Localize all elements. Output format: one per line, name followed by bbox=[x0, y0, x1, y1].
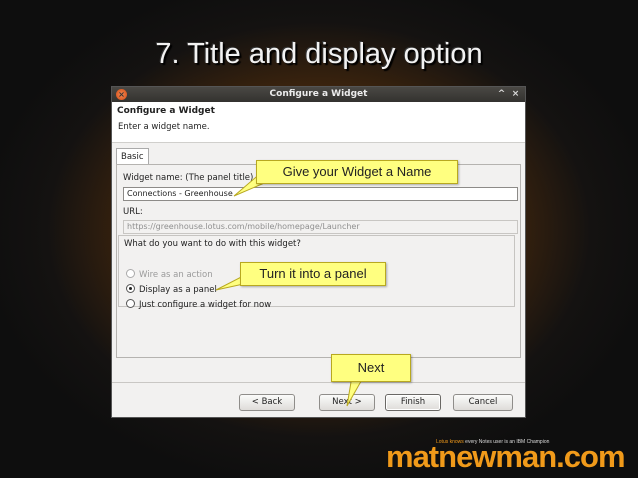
configure-widget-dialog: × Configure a Widget ^ × Configure a Wid… bbox=[111, 86, 526, 418]
radio-wire-as-action: Wire as an action bbox=[126, 269, 213, 280]
header-title: Configure a Widget bbox=[117, 106, 215, 116]
next-button[interactable]: Next > bbox=[319, 394, 375, 411]
header-subtitle: Enter a widget name. bbox=[118, 122, 210, 132]
radio-button[interactable] bbox=[126, 299, 135, 308]
tab-basic[interactable]: Basic bbox=[116, 148, 149, 165]
url-input: https://greenhouse.lotus.com/mobile/home… bbox=[123, 220, 518, 234]
radio-label: Just configure a widget for now bbox=[139, 300, 272, 310]
radio-button[interactable] bbox=[126, 284, 135, 293]
button-separator bbox=[112, 382, 525, 383]
radio-label: Display as a panel bbox=[139, 285, 217, 295]
group-label: What do you want to do with this widget? bbox=[122, 239, 303, 249]
radio-label: Wire as an action bbox=[139, 270, 213, 280]
x-icon[interactable]: × bbox=[510, 89, 521, 100]
dialog-window-title: Configure a Widget bbox=[269, 89, 368, 99]
radio-button bbox=[126, 269, 135, 278]
widget-name-label: Widget name: (The panel title) bbox=[123, 173, 254, 183]
back-button[interactable]: < Back bbox=[239, 394, 295, 411]
callout-panel: Turn it into a panel bbox=[240, 262, 386, 286]
dialog-titlebar: × Configure a Widget ^ × bbox=[112, 87, 525, 102]
cancel-button[interactable]: Cancel bbox=[453, 394, 513, 411]
close-icon[interactable]: × bbox=[116, 89, 127, 100]
radio-just-configure[interactable]: Just configure a widget for now bbox=[126, 299, 272, 310]
callout-next: Next bbox=[331, 354, 411, 382]
radio-display-as-panel[interactable]: Display as a panel bbox=[126, 284, 217, 295]
dialog-header: Configure a Widget Enter a widget name. bbox=[112, 102, 525, 143]
callout-name: Give your Widget a Name bbox=[256, 160, 458, 184]
brand-logo: matnewman.com bbox=[386, 439, 626, 474]
maximize-icon[interactable]: ^ bbox=[496, 89, 507, 100]
url-label: URL: bbox=[123, 207, 143, 217]
widget-name-input[interactable]: Connections - Greenhouse bbox=[123, 187, 518, 201]
finish-button[interactable]: Finish bbox=[385, 394, 441, 411]
slide-title: 7. Title and display option bbox=[155, 38, 483, 70]
